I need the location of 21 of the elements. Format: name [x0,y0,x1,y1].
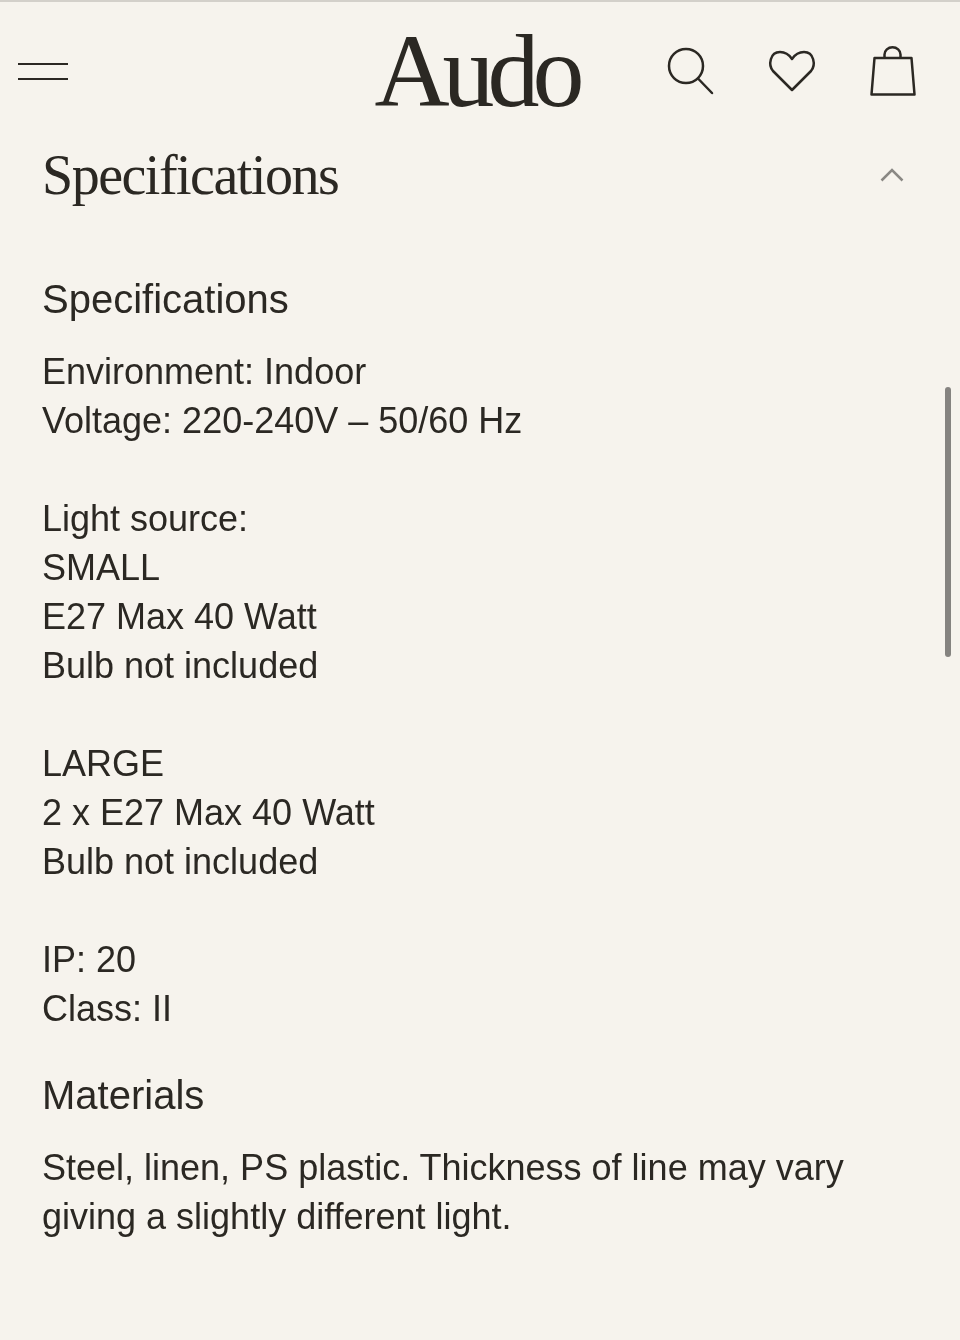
search-icon[interactable] [667,47,714,95]
logo[interactable]: Audo [374,19,578,123]
menu-icon[interactable] [18,62,68,80]
spec-text: Steel, linen, PS plastic. Thickness of line may vary giving a slightly different light. [42,1146,845,1239]
section-heading: Specifications [42,276,290,323]
spec-text: Environment: Indoor [42,350,368,394]
spec-text: Voltage: 220-240V – 50/60 Hz [42,399,524,443]
spec-text: IP: 20 [42,938,138,982]
shopping-bag-icon[interactable] [870,46,916,96]
spec-text: Light source: [42,497,250,541]
spec-text: Bulb not included [42,644,320,688]
spec-text: Class: II [42,987,174,1031]
spec-text: 2 x E27 Max 40 Watt [42,791,376,835]
chevron-icon [880,168,904,182]
spec-text: Bulb not included [42,840,320,884]
spec-text: SMALL [42,546,162,590]
spec-text: LARGE [42,742,166,786]
heart-icon[interactable] [767,49,817,93]
section-heading: Materials [42,1072,206,1119]
spec-text: E27 Max 40 Watt [42,595,318,639]
accordion-header[interactable]: Specifications [0,140,960,210]
